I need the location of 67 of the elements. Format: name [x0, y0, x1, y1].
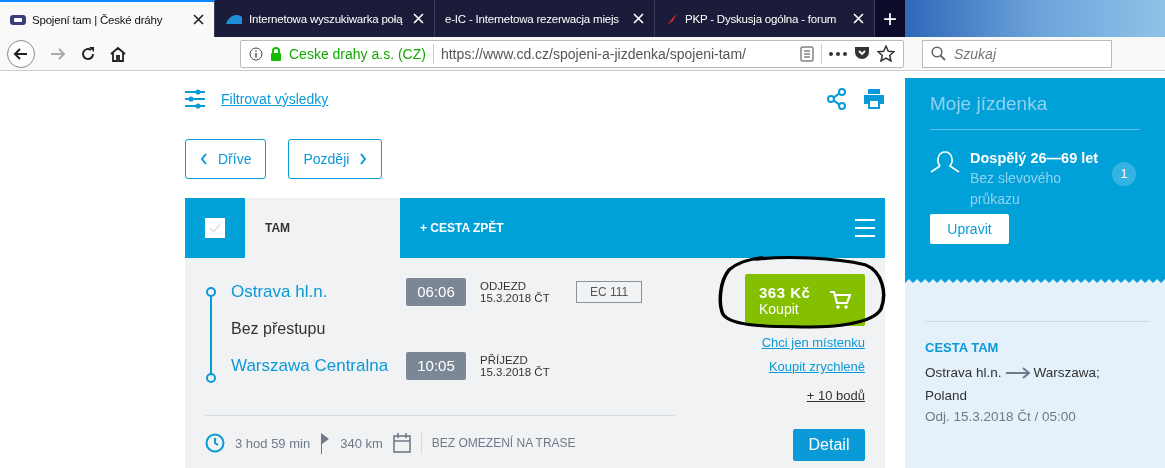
- arrow-icon: [1004, 367, 1031, 380]
- time-badge: 06:06: [406, 278, 466, 306]
- site-identity: Ceske drahy a.s. (CZ): [289, 45, 426, 62]
- more-icon[interactable]: [829, 51, 847, 56]
- info-icon[interactable]: [249, 46, 263, 61]
- detail-button[interactable]: Detail: [793, 429, 865, 461]
- action-link[interactable]: Koupit zrychleně: [768, 359, 865, 374]
- calendar-icon: [392, 433, 411, 453]
- event-label: PŘÍJEZD: [480, 354, 529, 366]
- clock-icon: [205, 433, 225, 453]
- route-country: Poland: [925, 387, 969, 405]
- reload-icon[interactable]: [80, 45, 96, 62]
- station-link[interactable]: Warszawa Centralna: [231, 356, 406, 376]
- transfer-text: Bez přestupu: [231, 320, 327, 338]
- restriction-text: BEZ OMEZENÍ NA TRASE: [431, 436, 576, 450]
- route-from: Ostrava hl.n.: [925, 365, 1002, 380]
- panel-title: Moje jízdenka: [930, 93, 1140, 130]
- share-icon[interactable]: [827, 88, 847, 110]
- earlier-button[interactable]: Dříve: [185, 139, 267, 179]
- later-button[interactable]: Později: [288, 139, 383, 179]
- chevron-left-icon: [200, 153, 208, 165]
- filter-link[interactable]: Filtrovat výsledky: [221, 91, 329, 107]
- duration-text: 3 hod 59 min: [235, 435, 311, 451]
- checkbox[interactable]: [205, 218, 225, 238]
- browser-tab[interactable]: Internetowa wyszukiwarka połą: [215, 0, 435, 37]
- filter-sliders-icon[interactable]: [185, 89, 205, 109]
- address-bar[interactable]: Ceske drahy a.s. (CZ) https://www.cd.cz/spojeni-a-jizdenka/spojeni-tam/: [240, 39, 904, 68]
- url-text: https://www.cd.cz/spojeni-a-jizdenka/spojeni-tam/: [440, 45, 747, 62]
- buy-button[interactable]: 363 Kč Koupit: [745, 274, 865, 326]
- print-icon[interactable]: [863, 88, 885, 110]
- trip-tab[interactable]: TAM: [245, 198, 400, 258]
- pocket-icon[interactable]: [854, 46, 870, 61]
- new-tab-button[interactable]: +: [875, 0, 905, 37]
- browser-tab[interactable]: Spojení tam | České dráhy: [0, 0, 215, 37]
- count-badge: 1: [1112, 162, 1136, 186]
- menu-icon[interactable]: [855, 219, 875, 237]
- passenger-type: Dospělý 26—69 let: [970, 150, 1100, 166]
- train-tag: EC 111: [576, 281, 643, 303]
- trip-tab[interactable]: + CESTA ZPĚT: [400, 198, 524, 258]
- home-icon[interactable]: [109, 45, 127, 62]
- discount-text: Bez slevového průkazu: [970, 169, 1063, 209]
- close-icon[interactable]: [193, 14, 204, 25]
- action-link[interactable]: + 10 bodů: [806, 388, 865, 403]
- browser-tab[interactable]: e-IC - Internetowa rezerwacja miejs: [435, 0, 655, 37]
- summary-heading: CESTA TAM: [925, 321, 1150, 355]
- back-icon[interactable]: [6, 38, 36, 69]
- star-icon[interactable]: [877, 45, 895, 62]
- date-text: 15.3.2018 ČT: [480, 292, 551, 304]
- time-badge: 10:05: [406, 352, 466, 380]
- event-label: ODJEZD: [480, 280, 527, 292]
- edit-button[interactable]: Upravit: [930, 214, 1009, 244]
- search-field[interactable]: Szukaj: [922, 39, 1112, 68]
- distance-text: 340 km: [340, 435, 383, 451]
- flag-icon: [320, 432, 331, 454]
- cart-icon: [829, 290, 851, 310]
- browser-tab[interactable]: PKP - Dyskusja ogólna - forum: [655, 0, 875, 37]
- route-to: Warszawa;: [1033, 365, 1100, 380]
- action-link[interactable]: Chci jen místenku: [761, 335, 865, 350]
- train-logo-icon: [10, 14, 26, 25]
- lock-icon: [270, 46, 282, 61]
- search-icon: [931, 46, 946, 61]
- chevron-right-icon: [359, 153, 368, 165]
- wave-logo-icon: [225, 12, 243, 25]
- departure-text: Odj. 15.3.2018 Čt / 05:00: [925, 409, 1077, 424]
- station-link[interactable]: Ostrava hl.n.: [231, 282, 406, 302]
- reader-view-icon[interactable]: [800, 45, 814, 62]
- date-text: 15.3.2018 ČT: [480, 366, 551, 378]
